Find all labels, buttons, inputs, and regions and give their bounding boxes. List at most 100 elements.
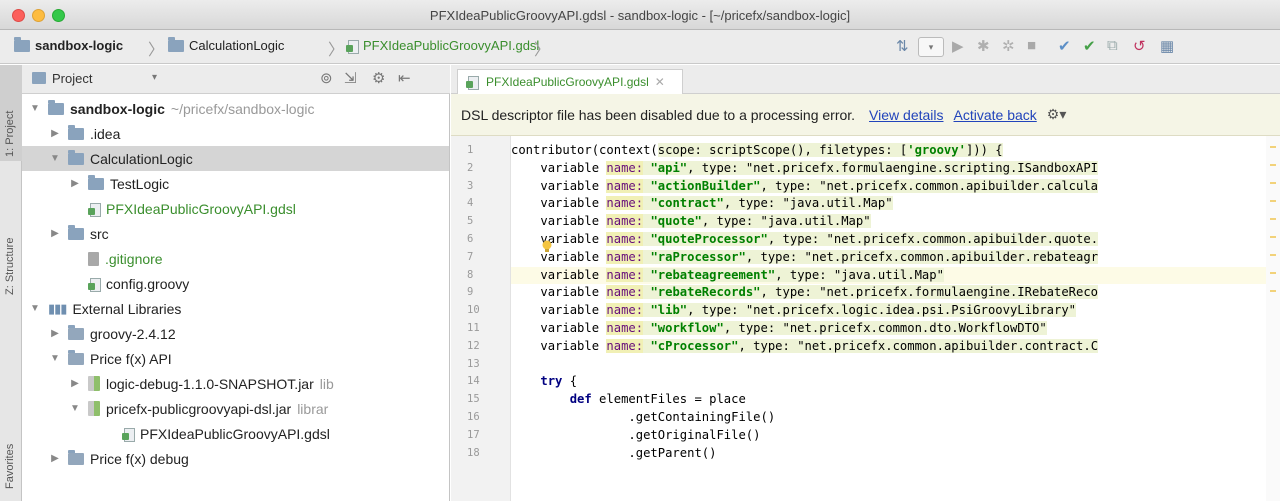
- vcs-commit-icon[interactable]: ✔: [1083, 37, 1096, 55]
- warning-marker[interactable]: [1270, 182, 1276, 184]
- expand-right-icon[interactable]: ▶: [48, 453, 62, 464]
- code-token: : [: [885, 143, 908, 157]
- expand-down-icon[interactable]: ▼: [28, 303, 42, 314]
- code-token: name:: [606, 214, 644, 229]
- project-view-selector[interactable]: Project: [52, 71, 92, 86]
- chevron-down-icon[interactable]: ▾: [152, 72, 157, 83]
- line-number: 17: [467, 428, 480, 441]
- code-line: .getOriginalFile(): [511, 427, 1280, 444]
- banner-message: DSL descriptor file has been disabled du…: [461, 106, 856, 123]
- expand-down-icon[interactable]: ▼: [48, 353, 62, 364]
- code-token: name:: [606, 303, 644, 318]
- expand-right-icon[interactable]: ▶: [48, 228, 62, 239]
- expand-right-icon[interactable]: ▶: [48, 128, 62, 139]
- hide-panel-icon[interactable]: ⇤: [398, 69, 411, 87]
- warning-marker[interactable]: [1270, 200, 1276, 202]
- gdsl-file-icon: [88, 202, 101, 217]
- stop-icon[interactable]: ■: [1027, 37, 1036, 54]
- breadcrumb-file[interactable]: PFXIdeaPublicGroovyAPI.gdsl: [346, 38, 539, 54]
- debug-icon[interactable]: ✱: [977, 37, 990, 55]
- code-token: contributor(context(: [511, 143, 658, 157]
- vcs-update-icon[interactable]: ✔: [1058, 37, 1071, 55]
- code-token: .getOriginalFile(): [628, 427, 761, 442]
- locate-file-icon[interactable]: ⊚: [320, 69, 333, 87]
- warning-marker[interactable]: [1270, 290, 1276, 292]
- code-token: , type: "net.pricefx.common.apibuilder.c…: [760, 178, 1099, 193]
- tree-item-gitignore[interactable]: .gitignore: [22, 246, 449, 271]
- line-number: 5: [467, 215, 474, 228]
- gdsl-file-icon: [346, 39, 359, 54]
- warning-marker[interactable]: [1270, 254, 1276, 256]
- expand-right-icon[interactable]: ▶: [68, 378, 82, 389]
- tree-item-jar-gdsl-file[interactable]: PFXIdeaPublicGroovyAPI.gdsl: [22, 421, 449, 446]
- sort-icon[interactable]: ⇅: [896, 37, 909, 55]
- tree-item-pricefx-api[interactable]: ▼ Price f(x) API: [22, 346, 449, 371]
- tree-item-calculationlogic[interactable]: ▼ CalculationLogic: [22, 146, 449, 171]
- code-token: name:: [606, 321, 644, 335]
- tree-item-logic-debug-jar[interactable]: ▶ logic-debug-1.1.0-SNAPSHOT.jar lib: [22, 371, 449, 396]
- tree-item-groovy-sdk[interactable]: ▶ groovy-2.4.12: [22, 321, 449, 346]
- tree-item-gdsl-file[interactable]: PFXIdeaPublicGroovyAPI.gdsl: [22, 196, 449, 221]
- expand-down-icon[interactable]: ▼: [28, 103, 42, 114]
- line-number: 11: [467, 322, 480, 334]
- breadcrumb-separator: 〉: [148, 42, 165, 59]
- collapse-all-icon[interactable]: ⇲: [344, 69, 357, 87]
- code-token: name:: [606, 160, 644, 175]
- lightbulb-icon[interactable]: [541, 240, 553, 254]
- warning-marker[interactable]: [1270, 236, 1276, 238]
- navigation-bar: sandbox-logic 〉 CalculationLogic 〉 PFXId…: [0, 30, 1280, 64]
- code-token: "rebateRecords": [650, 285, 761, 300]
- code-token: "workflow": [650, 321, 724, 335]
- project-structure-icon[interactable]: ▦: [1160, 37, 1174, 55]
- tree-item-config-groovy[interactable]: config.groovy: [22, 271, 449, 296]
- code-token: , type: "net.pricefx.common.apibuilder.c…: [738, 338, 1099, 353]
- gear-icon[interactable]: ⚙▾: [1047, 106, 1067, 123]
- code-line: variable name: "raProcessor", type: "net…: [511, 249, 1280, 266]
- revert-icon[interactable]: ↺: [1133, 37, 1146, 55]
- warning-marker[interactable]: [1270, 146, 1276, 148]
- tree-item-sandbox-logic[interactable]: ▼ sandbox-logic ~/pricefx/sandbox-logic: [22, 96, 449, 121]
- tree-item-src[interactable]: ▶ src: [22, 221, 449, 246]
- tree-item-external-libraries[interactable]: ▼ ▮▮▮ External Libraries: [22, 296, 449, 321]
- tree-item-testlogic[interactable]: ▶ TestLogic: [22, 171, 449, 196]
- tool-tab-favorites[interactable]: Favorites: [4, 444, 16, 489]
- folder-icon: [88, 174, 104, 190]
- tool-tab-project[interactable]: 1: Project: [4, 111, 16, 157]
- gear-icon[interactable]: ⚙: [372, 69, 385, 87]
- tool-tab-structure[interactable]: Z: Structure: [4, 238, 16, 295]
- expand-down-icon[interactable]: ▼: [68, 403, 82, 414]
- line-number: 15: [467, 393, 480, 406]
- warning-marker[interactable]: [1270, 218, 1276, 220]
- run-config-dropdown[interactable]: ▾: [918, 37, 944, 57]
- code-token: name:: [606, 338, 644, 353]
- expand-down-icon[interactable]: ▼: [48, 153, 62, 164]
- activate-back-link[interactable]: Activate back: [954, 107, 1037, 123]
- code-line: variable name: "quoteProcessor", type: "…: [511, 231, 1280, 248]
- breadcrumb-project[interactable]: sandbox-logic: [14, 36, 123, 53]
- tree-item-dsl-jar[interactable]: ▼ pricefx-publicgroovyapi-dsl.jar librar: [22, 396, 449, 421]
- warning-marker[interactable]: [1270, 164, 1276, 166]
- breadcrumb-folder[interactable]: CalculationLogic: [168, 36, 284, 53]
- coverage-icon[interactable]: ✲: [1002, 37, 1015, 55]
- groovy-file-icon: [88, 277, 101, 292]
- run-icon[interactable]: ▶: [952, 37, 964, 55]
- tree-item-idea[interactable]: ▶ .idea: [22, 121, 449, 146]
- compare-icon[interactable]: ⧉: [1107, 37, 1118, 54]
- line-number: 7: [467, 250, 474, 263]
- code-editor[interactable]: contributor(context(scope: scriptScope()…: [511, 136, 1280, 501]
- line-number: 9: [467, 286, 474, 299]
- warning-marker[interactable]: [1270, 272, 1276, 274]
- expand-right-icon[interactable]: ▶: [48, 328, 62, 339]
- close-tab-icon[interactable]: ✕: [655, 75, 665, 89]
- code-line: contributor(context(scope: scriptScope()…: [511, 142, 1280, 159]
- code-token: "quoteProcessor": [650, 232, 768, 246]
- view-details-link[interactable]: View details: [869, 107, 943, 123]
- line-number: 2: [467, 161, 474, 174]
- tree-item-pricefx-debug[interactable]: ▶ Price f(x) debug: [22, 446, 449, 471]
- line-number: 14: [467, 375, 480, 388]
- expand-right-icon[interactable]: ▶: [68, 178, 82, 189]
- editor-tab-gdsl[interactable]: PFXIdeaPublicGroovyAPI.gdsl ✕: [457, 69, 683, 94]
- code-token: scope: [657, 143, 695, 157]
- code-token: name:: [606, 178, 644, 193]
